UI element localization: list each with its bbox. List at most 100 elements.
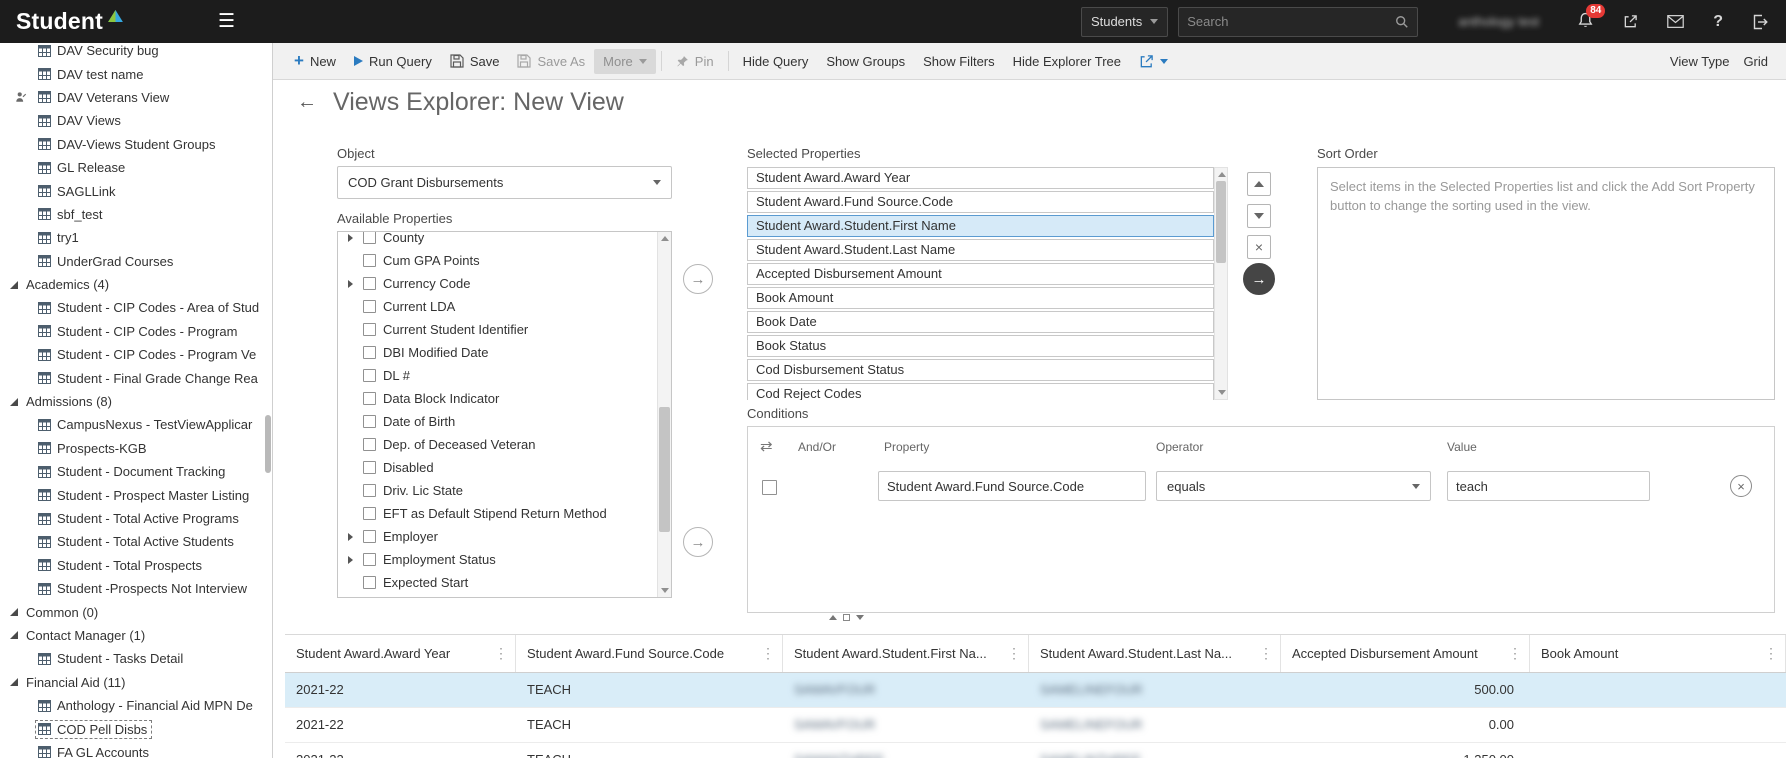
show-groups-button[interactable]: Show Groups (817, 49, 914, 74)
selected-property-item[interactable]: Book Date (747, 311, 1214, 333)
explorer-tree-item[interactable]: Student - Total Prospects (0, 554, 266, 577)
splitter-handle-icon[interactable] (843, 614, 850, 621)
grid-column-header[interactable]: Student Award.Student.Last Na... ⋮ (1029, 635, 1281, 672)
explorer-tree-item[interactable]: COD Pell Disbs (0, 717, 266, 740)
grid-column-header[interactable]: Student Award.Award Year ⋮ (285, 635, 516, 672)
condition-value-input[interactable] (1447, 471, 1650, 501)
property-checkbox[interactable] (363, 576, 376, 589)
remove-property-button[interactable]: × (1247, 235, 1271, 259)
grid-column-header[interactable]: Accepted Disbursement Amount ⋮ (1281, 635, 1530, 672)
remove-condition-button[interactable]: × (1730, 475, 1752, 497)
property-checkbox[interactable] (363, 369, 376, 382)
available-property-item[interactable]: Disabled (338, 456, 657, 479)
explorer-tree-item[interactable]: DAV Views (0, 109, 266, 132)
explorer-tree-item[interactable]: sbf_test (0, 203, 266, 226)
splitter-collapse-up-icon[interactable] (829, 615, 837, 620)
explorer-tree-item[interactable]: Student - CIP Codes - Program (0, 320, 266, 343)
available-property-item[interactable]: DBI Modified Date (338, 341, 657, 364)
selected-property-item[interactable]: Student Award.Award Year (747, 167, 1214, 189)
grid-cell[interactable]: SAMAVFOUR (783, 708, 1029, 742)
explorer-tree-item[interactable]: Student - Prospect Master Listing (0, 483, 266, 506)
column-menu-icon[interactable]: ⋮ (761, 645, 775, 662)
property-checkbox[interactable] (363, 461, 376, 474)
available-property-item[interactable]: Cum GPA Points (338, 249, 657, 272)
condition-checkbox[interactable] (762, 480, 777, 495)
explorer-tree-item[interactable]: DAV-Views Student Groups (0, 133, 266, 156)
back-arrow-icon[interactable]: ← (297, 91, 317, 114)
collapse-triangle-icon[interactable] (10, 631, 18, 640)
grid-cell[interactable]: SAMANTHREE (783, 743, 1029, 758)
selected-property-item[interactable]: Cod Disbursement Status (747, 359, 1214, 381)
grid-column-header[interactable]: Student Award.Student.First Na... ⋮ (783, 635, 1029, 672)
available-property-item[interactable]: Driv. Lic State (338, 479, 657, 502)
explorer-tree-item[interactable]: Student - Tasks Detail (0, 647, 266, 670)
move-down-button[interactable] (1247, 204, 1271, 228)
add-properties-button[interactable]: → (683, 264, 713, 294)
selected-property-item[interactable]: Student Award.Student.Last Name (747, 239, 1214, 261)
explorer-tree-category[interactable]: Common (0) (0, 600, 266, 623)
grid-cell[interactable]: SAMELINEFOUR (1029, 673, 1281, 707)
available-property-item[interactable]: County (338, 232, 657, 249)
help-icon[interactable]: ? (1713, 13, 1723, 31)
share-button[interactable] (1623, 14, 1638, 29)
grid-row[interactable]: 2021-22 TEACH SAMAVFOUR SAMELINEFOUR 0.00 (285, 708, 1786, 743)
property-checkbox[interactable] (363, 484, 376, 497)
explorer-tree-item[interactable]: Student - Total Active Students (0, 530, 266, 553)
column-menu-icon[interactable]: ⋮ (1259, 645, 1273, 662)
selected-property-item[interactable]: Student Award.Fund Source.Code (747, 191, 1214, 213)
property-checkbox[interactable] (363, 232, 376, 244)
grid-cell[interactable]: 2021-22 (285, 673, 516, 707)
explorer-tree-item[interactable]: Prospects-KGB (0, 437, 266, 460)
selected-property-item[interactable]: Cod Reject Codes (747, 383, 1214, 400)
scroll-up-icon[interactable] (1218, 172, 1226, 177)
collapse-triangle-icon[interactable] (10, 608, 18, 617)
hamburger-icon[interactable]: ☰ (218, 10, 235, 33)
available-property-item[interactable]: Expected Start (338, 571, 657, 594)
grid-row[interactable]: 2021-22 TEACH SAMAVFOUR SAMELINEFOUR 500.00 (285, 673, 1786, 708)
search-input[interactable] (1187, 14, 1396, 29)
add-sort-property-button[interactable]: → (1243, 263, 1275, 295)
available-property-item[interactable]: EFT as Default Stipend Return Method (338, 502, 657, 525)
property-checkbox[interactable] (363, 530, 376, 543)
save-button[interactable]: Save (441, 49, 509, 74)
grid-cell[interactable]: 2021-22 (285, 708, 516, 742)
property-checkbox[interactable] (363, 254, 376, 267)
property-checkbox[interactable] (363, 323, 376, 336)
property-checkbox[interactable] (363, 415, 376, 428)
group-conditions-icon[interactable]: ⇄ (760, 437, 773, 455)
run-query-button[interactable]: Run Query (345, 49, 441, 74)
explorer-tree-item[interactable]: Student - CIP Codes - Area of Stud (0, 296, 266, 319)
grid-cell[interactable]: 500.00 (1281, 673, 1530, 707)
grid-cell[interactable]: TEACH (516, 743, 783, 758)
hide-explorer-tree-button[interactable]: Hide Explorer Tree (1004, 49, 1130, 74)
expand-arrow-icon[interactable] (348, 533, 363, 541)
grid-column-header[interactable]: Book Amount ⋮ (1530, 635, 1786, 672)
hide-query-button[interactable]: Hide Query (734, 49, 818, 74)
selected-property-item[interactable]: Accepted Disbursement Amount (747, 263, 1214, 285)
property-checkbox[interactable] (363, 346, 376, 359)
grid-cell[interactable]: 0.00 (1281, 708, 1530, 742)
property-checkbox[interactable] (363, 507, 376, 520)
grid-cell[interactable]: TEACH (516, 673, 783, 707)
selected-property-item[interactable]: Book Amount (747, 287, 1214, 309)
view-type-value[interactable]: Grid (1743, 54, 1768, 69)
grid-cell[interactable]: TEACH (516, 708, 783, 742)
explorer-tree-category[interactable]: Contact Manager (1) (0, 624, 266, 647)
grid-cell[interactable]: 2021-22 (285, 743, 516, 758)
notifications-button[interactable]: 84 (1577, 3, 1606, 32)
scope-selector[interactable]: Students (1080, 6, 1169, 37)
grid-cell[interactable]: SAMELINEFOUR (1029, 708, 1281, 742)
sort-order-box[interactable]: Select items in the Selected Properties … (1317, 167, 1775, 400)
show-filters-button[interactable]: Show Filters (914, 49, 1004, 74)
collapse-triangle-icon[interactable] (10, 280, 18, 289)
column-menu-icon[interactable]: ⋮ (1508, 645, 1522, 662)
collapse-triangle-icon[interactable] (10, 678, 18, 687)
explorer-tree-category[interactable]: Academics (4) (0, 273, 266, 296)
explorer-tree-item[interactable]: SAGLLink (0, 179, 266, 202)
grid-column-header[interactable]: Student Award.Fund Source.Code ⋮ (516, 635, 783, 672)
available-property-item[interactable]: Date of Birth (338, 410, 657, 433)
messages-button[interactable] (1667, 15, 1685, 28)
open-external-button[interactable] (1130, 49, 1177, 74)
available-property-item[interactable]: Currency Code (338, 272, 657, 295)
explorer-tree-item[interactable]: DAV Veterans View (0, 86, 266, 109)
